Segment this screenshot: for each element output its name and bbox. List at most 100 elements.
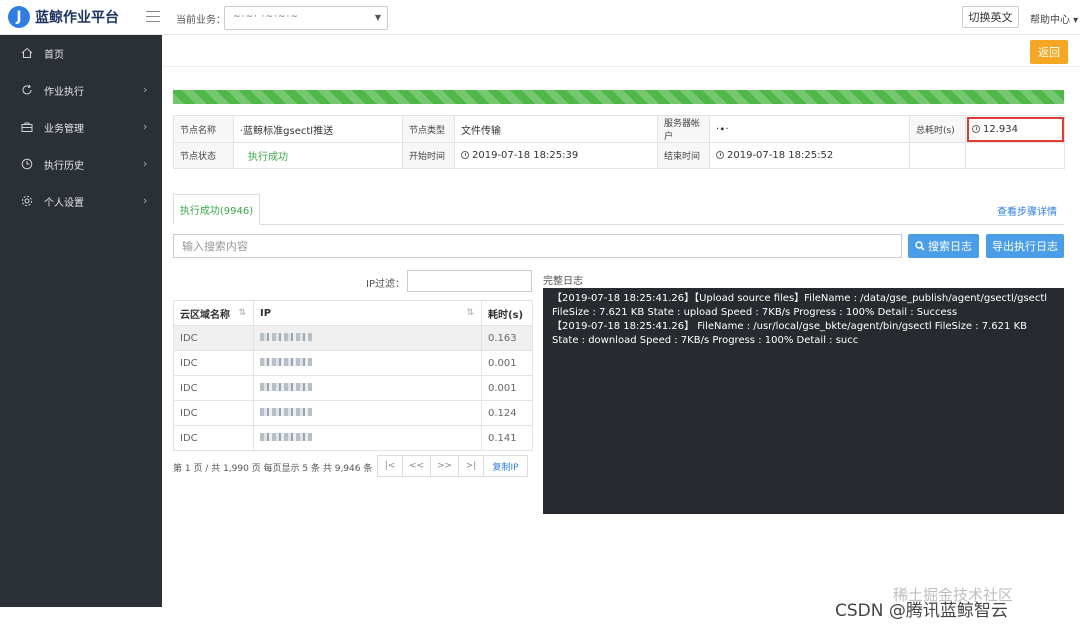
business-select[interactable]: ~·~· ·~·~·~ ▼ <box>224 6 388 30</box>
sidebar-item-label: 个人设置 <box>44 198 84 209</box>
search-icon <box>915 241 925 251</box>
node-type-value: 文件传输 <box>454 115 658 143</box>
search-log-label: 搜索日志 <box>928 240 972 253</box>
empty-cell <box>909 142 966 169</box>
sidebar-item-label: 执行历史 <box>44 161 84 172</box>
switch-language-button[interactable]: 切换英文 <box>962 6 1019 28</box>
ip-cell <box>253 375 482 401</box>
pagination-info: 第 1 页 / 共 1,990 页 每页显示 5 条 共 9,946 条 <box>173 464 373 474</box>
node-status-value: 执行成功 <box>233 142 403 169</box>
masked-ip <box>260 332 312 341</box>
prev-page-button[interactable]: << <box>402 455 431 477</box>
sidebar-item-label: 首页 <box>44 50 64 61</box>
chevron-right-icon: › <box>143 194 148 207</box>
table-row[interactable]: IDC 0.001 <box>173 350 533 376</box>
chevron-right-icon: › <box>143 83 148 96</box>
gear-icon <box>21 195 33 207</box>
logo-icon: J <box>8 6 30 28</box>
time-cell: 0.001 <box>481 350 533 376</box>
column-header-zone[interactable]: 云区域名称 ⇅ <box>173 300 254 326</box>
column-label: IP <box>260 307 272 319</box>
progress-bar <box>173 90 1064 104</box>
node-name-label: 节点名称 <box>173 115 234 143</box>
sidebar-item-job-execution[interactable]: 作业执行 › <box>0 72 162 109</box>
table-header: 云区域名称 ⇅ IP ⇅ 耗时(s) <box>173 300 533 326</box>
total-time-value: 12.934 <box>983 123 1018 135</box>
column-header-ip[interactable]: IP ⇅ <box>253 300 482 326</box>
end-time-cell: 2019-07-18 18:25:52 <box>709 142 910 169</box>
last-page-button[interactable]: >| <box>458 455 484 477</box>
tab-divider <box>173 224 1064 225</box>
sidebar-item-label: 作业执行 <box>44 87 84 98</box>
time-cell: 0.124 <box>481 400 533 426</box>
divider <box>162 66 1080 67</box>
hosts-table: 云区域名称 ⇅ IP ⇅ 耗时(s) IDC 0.163 IDC 0.001 IDC… <box>173 300 533 451</box>
first-page-button[interactable]: |< <box>377 455 403 477</box>
server-account-value: ·∙· <box>709 115 910 143</box>
total-time-label: 总耗时(s) <box>909 115 966 143</box>
clock-icon <box>21 158 33 170</box>
start-time-value: 2019-07-18 18:25:39 <box>472 150 579 161</box>
time-cell: 0.141 <box>481 425 533 451</box>
tab-success[interactable]: 执行成功(9946) <box>173 194 260 225</box>
masked-ip <box>260 407 312 416</box>
view-step-details-link[interactable]: 查看步骤详情 <box>997 203 1057 218</box>
zone-cell: IDC <box>173 400 254 426</box>
log-title: 完整日志 <box>543 276 583 287</box>
start-time-label: 开始时间 <box>402 142 455 169</box>
node-name-value: ·蓝鲸标准gsectl推送 <box>233 115 403 143</box>
zone-cell: IDC <box>173 425 254 451</box>
menu-toggle-icon[interactable] <box>146 11 160 23</box>
clock-icon <box>972 124 980 133</box>
log-line: 【2019-07-18 18:25:41.26】 FileName : /usr… <box>552 321 1027 346</box>
main-content: 返回 节点名称 ·蓝鲸标准gsectl推送 节点类型 文件传输 服务器帐户 ·∙… <box>162 35 1080 628</box>
time-cell: 0.163 <box>481 325 533 351</box>
chevron-right-icon: › <box>143 120 148 133</box>
home-icon <box>21 47 33 58</box>
zone-cell: IDC <box>173 350 254 376</box>
business-select-value: ~·~· ·~·~·~ <box>233 12 299 22</box>
log-search-input[interactable]: 输入搜索内容 <box>173 234 902 258</box>
briefcase-icon <box>21 122 33 132</box>
search-log-button[interactable]: 搜索日志 <box>908 234 979 258</box>
pagination: |< << >> >| 复制IP <box>377 455 528 477</box>
log-panel[interactable]: 【2019-07-18 18:25:41.26】【Upload source f… <box>543 288 1064 514</box>
total-time-cell: 12.934 <box>965 115 1065 143</box>
copy-ip-button[interactable]: 复制IP <box>483 455 528 477</box>
sort-icon: ⇅ <box>466 308 474 318</box>
zone-cell: IDC <box>173 325 254 351</box>
sidebar-item-business-management[interactable]: 业务管理 › <box>0 109 162 146</box>
back-button[interactable]: 返回 <box>1030 40 1068 64</box>
column-header-time[interactable]: 耗时(s) <box>481 300 533 326</box>
top-bar: J 蓝鲸作业平台 当前业务： ~·~· ·~·~·~ ▼ 切换英文 帮助中心 ▾ <box>0 0 1080 35</box>
sidebar-item-label: 业务管理 <box>44 124 84 135</box>
node-info-table: 节点名称 ·蓝鲸标准gsectl推送 节点类型 文件传输 服务器帐户 ·∙· 总… <box>173 115 1065 169</box>
table-row[interactable]: IDC 0.163 <box>173 325 533 351</box>
clock-icon <box>461 151 469 159</box>
app-title: 蓝鲸作业平台 <box>35 10 119 26</box>
table-row[interactable]: IDC 0.001 <box>173 375 533 401</box>
table-row[interactable]: IDC 0.124 <box>173 400 533 426</box>
sidebar-item-home[interactable]: 首页 <box>0 35 162 72</box>
log-line: 【2019-07-18 18:25:41.26】【Upload source f… <box>552 293 1048 318</box>
masked-ip <box>260 357 312 366</box>
ip-cell <box>253 350 482 376</box>
export-log-button[interactable]: 导出执行日志 <box>986 234 1064 258</box>
help-center-menu[interactable]: 帮助中心 ▾ <box>1030 11 1078 26</box>
watermark-csdn: CSDN @腾讯蓝鲸智云 <box>835 601 1008 621</box>
zone-cell: IDC <box>173 375 254 401</box>
chevron-down-icon: ▼ <box>374 13 381 22</box>
ip-filter-input[interactable] <box>407 270 532 292</box>
time-cell: 0.001 <box>481 375 533 401</box>
sidebar-item-personal-settings[interactable]: 个人设置 › <box>0 183 162 220</box>
table-row[interactable]: IDC 0.141 <box>173 425 533 451</box>
ip-cell <box>253 325 482 351</box>
next-page-button[interactable]: >> <box>430 455 459 477</box>
empty-cell <box>965 142 1065 169</box>
app-logo[interactable]: J 蓝鲸作业平台 <box>8 6 119 28</box>
clock-icon <box>716 151 724 159</box>
refresh-icon <box>22 84 32 95</box>
sidebar: 首页 作业执行 › 业务管理 › 执行历史 › 个人设置 › <box>0 35 162 607</box>
masked-ip <box>260 432 312 441</box>
sidebar-item-execution-history[interactable]: 执行历史 › <box>0 146 162 183</box>
